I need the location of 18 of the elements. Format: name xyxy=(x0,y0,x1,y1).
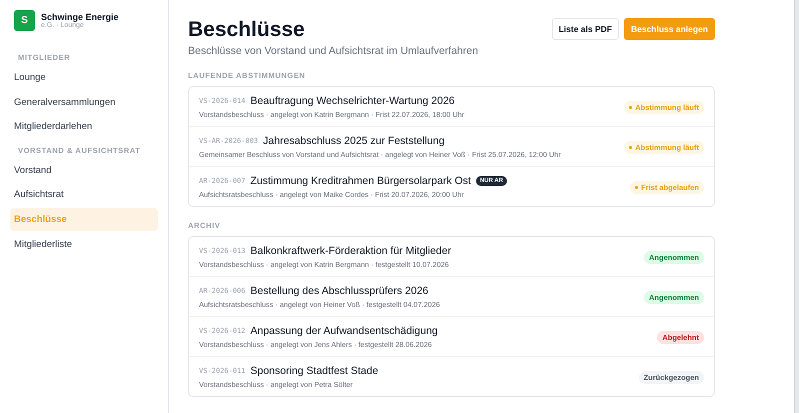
resolution-title: Balkonkraftwerk-Förderaktion für Mitglieder xyxy=(250,245,452,257)
sidebar-item[interactable]: Mitgliederliste xyxy=(10,232,158,256)
logo: S xyxy=(14,10,35,31)
sidebar-item[interactable]: Vorstand xyxy=(10,158,158,182)
org-name: Schwinge Energie xyxy=(41,12,119,22)
export-button[interactable]: Liste als PDF xyxy=(552,18,619,40)
resolution-title: Sponsoring Stadtfest Stade xyxy=(250,365,378,377)
sidebar-item[interactable]: Aufsichtsrat xyxy=(10,183,158,206)
page-title: Beschlüsse xyxy=(188,18,306,42)
resolution-title: Bestellung des Abschlussprüfers 2026 xyxy=(250,285,428,297)
resolution-title: Jahresabschluss 2025 zur Feststellung xyxy=(263,135,445,147)
resolution-title: Zustimmung Kreditrahmen Bürgersolarpark Ost xyxy=(250,175,471,187)
sidebar-item[interactable]: Generalversammlungen xyxy=(10,90,158,114)
page-subtitle: Beschlüsse von Vorstand und Aufsichtsrat im Umlaufverfahren xyxy=(188,45,478,57)
sidebar-item[interactable]: Lounge xyxy=(10,66,158,89)
resolution-title: Anpassung der Aufwandsentschädigung xyxy=(250,325,438,337)
sidebar-item[interactable]: Mitgliederdarlehen xyxy=(10,115,158,138)
resolution-title: Beauftragung Wechselrichter-Wartung 2026 xyxy=(250,95,455,107)
